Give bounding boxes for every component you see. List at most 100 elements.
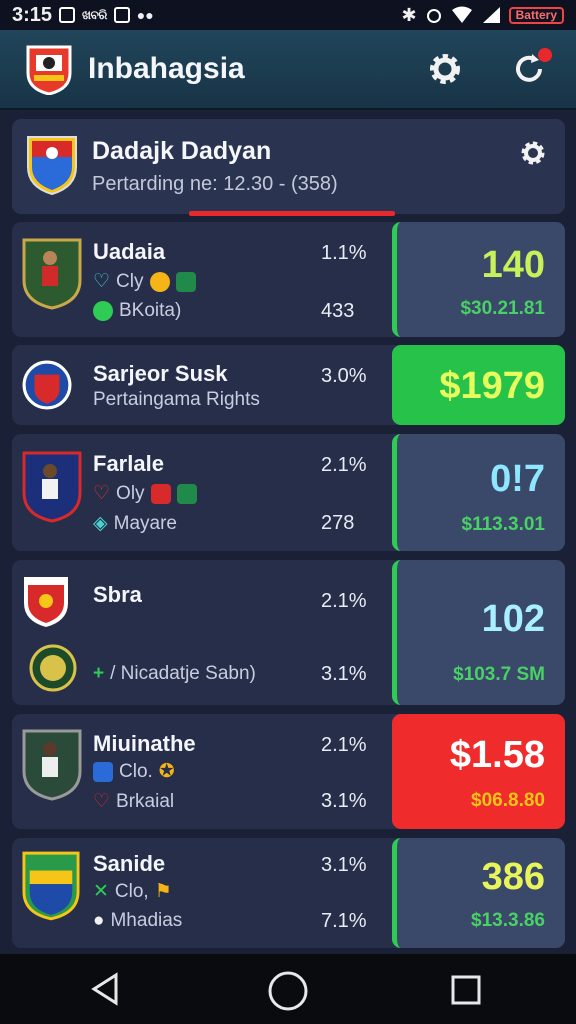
value-sub: $103.7 SM [453,664,545,685]
list-item[interactable]: Farlale ♡ Oly ◈ Mayare 2.1% 278 0!7 $113… [12,434,565,551]
value-sub: $113.3.01 [461,514,545,535]
row-percent: 2.1% [321,734,367,756]
back-icon [91,972,118,1006]
alarm-icon [426,9,441,23]
home-button[interactable] [267,970,309,1017]
refresh-button[interactable] [510,48,552,88]
value-sub: $30.21.81 [460,298,545,319]
shirt-icon [176,483,197,504]
header-title: Dadajk Dadyan [92,137,272,165]
wifi-icon [451,6,472,23]
system-nav-bar [0,954,576,1024]
value-main: 102 [481,598,545,640]
value-box[interactable]: 102 $103.7 SM [392,560,565,705]
header-settings-button[interactable] [519,139,547,172]
app-title: Inbahagsia [88,52,245,85]
player-photo-icon [22,729,82,801]
shirt-icon [175,271,196,292]
value-main: $1.58 [449,734,545,776]
home-icon [268,971,308,1011]
card-icon [93,761,113,782]
value-box[interactable]: 140 $30.21.81 [392,222,565,337]
list-item[interactable]: Sanide ✕ Clo, ⚑ ● Mhadias 3.1% 7.1% 386 … [12,838,565,948]
settings-button[interactable] [426,50,464,88]
club-crest-icon [22,851,80,921]
row-name: Sanide [93,851,166,876]
notification-badge [538,48,552,62]
diamond-icon: ◈ [93,513,108,534]
star-icon: ✪ [158,761,175,782]
row-line-2: ● Mhadias [93,910,183,931]
row-line-1: ✕ Clo, ⚑ [93,880,172,903]
message-icon [113,7,130,23]
value-box[interactable]: $1979 [392,345,565,425]
row-percent: 3.1% [321,854,367,876]
match-header-card[interactable]: Dadajk Dadyan Pertarding ne: 12.30 - (35… [12,119,565,216]
value-box[interactable]: $1.58 $06.8.80 [392,714,565,829]
club-crest-icon [27,136,77,195]
plus-icon: + [93,663,105,684]
status-time: 3:15 [12,3,53,26]
recents-button[interactable] [450,974,482,1011]
row-percent: 3.0% [321,365,367,387]
value-sub: $13.3.86 [471,910,545,931]
list-item[interactable]: Sarjeor Susk Pertaingama Rights 3.0% $19… [12,345,565,425]
value-box[interactable]: 386 $13.3.86 [392,838,565,948]
crossed-swords-icon: ✕ [93,881,109,902]
list-item[interactable]: Sbra + / Nicadatje Sabn) 2.1% 3.1% 102 $… [12,560,565,705]
flag-icon: ⚑ [154,881,172,902]
bluetooth-icon: ✱ [401,4,417,25]
header-subtitle: Pertarding ne: 12.30 - (358) [92,173,338,195]
row-name: Sarjeor Susk [93,361,228,386]
heart-icon: ♡ [93,271,111,292]
row-percent-2: 3.1% [321,790,367,812]
club-crest-icon [24,577,68,627]
row-name: Uadaia [93,239,166,264]
club-crest-icon [22,360,72,410]
row-line-1: Clo. ✪ [93,760,175,783]
coin-icon [149,271,170,292]
row-line-2: ◈ Mayare [93,512,177,535]
value-sub: $06.8.80 [471,790,545,811]
value-main: 0!7 [490,458,545,500]
status-bar: 3:15 ଖବରି ●● ✱ Battery [0,0,576,30]
value-main: $1979 [439,365,545,407]
ball-icon: ● [93,910,105,931]
row-percent: 2.1% [321,454,367,476]
row-name: Sbra [93,582,142,607]
signal-icon [482,7,500,23]
row-percent-2: 7.1% [321,910,367,932]
gear-icon [521,141,545,165]
leaf-icon [93,301,113,321]
heart-icon: ♡ [93,483,111,504]
row-name: Farlale [93,451,164,476]
battery-icon: Battery [508,6,564,24]
row-line-1: ♡ Oly [93,482,197,505]
row-name: Miuinathe [93,731,196,756]
row-line-2: ♡ Brkaial [93,790,175,813]
active-tab-indicator [189,211,395,216]
value-main: 140 [481,244,545,286]
row-line-1: Pertaingama Rights [93,389,260,410]
value-box[interactable]: 0!7 $113.3.01 [392,434,565,551]
player-photo-icon [22,238,82,310]
notification-icon [59,7,76,23]
flag-icon [150,483,171,504]
club-crest-icon [29,644,77,692]
list-item[interactable]: Miuinathe Clo. ✪ ♡ Brkaial 2.1% 3.1% $1.… [12,714,565,829]
value-main: 386 [481,856,545,898]
recents-icon [451,975,481,1005]
row-line-1: ♡ Cly [93,270,196,293]
gear-icon [430,54,460,84]
app-bar: Inbahagsia [0,30,576,110]
row-percent-2: 3.1% [321,663,367,685]
player-photo-icon [22,451,82,523]
more-dots-icon: ●● [136,7,154,23]
list-item[interactable]: Uadaia ♡ Cly BKoita) 1.1% 433 140 $30.21… [12,222,565,337]
back-button[interactable] [88,971,122,1012]
row-percent: 1.1% [321,242,367,264]
app-logo-icon [26,45,72,95]
row-count: 433 [321,300,355,322]
row-line-2: + / Nicadatje Sabn) [93,663,256,684]
row-count: 278 [321,512,355,534]
